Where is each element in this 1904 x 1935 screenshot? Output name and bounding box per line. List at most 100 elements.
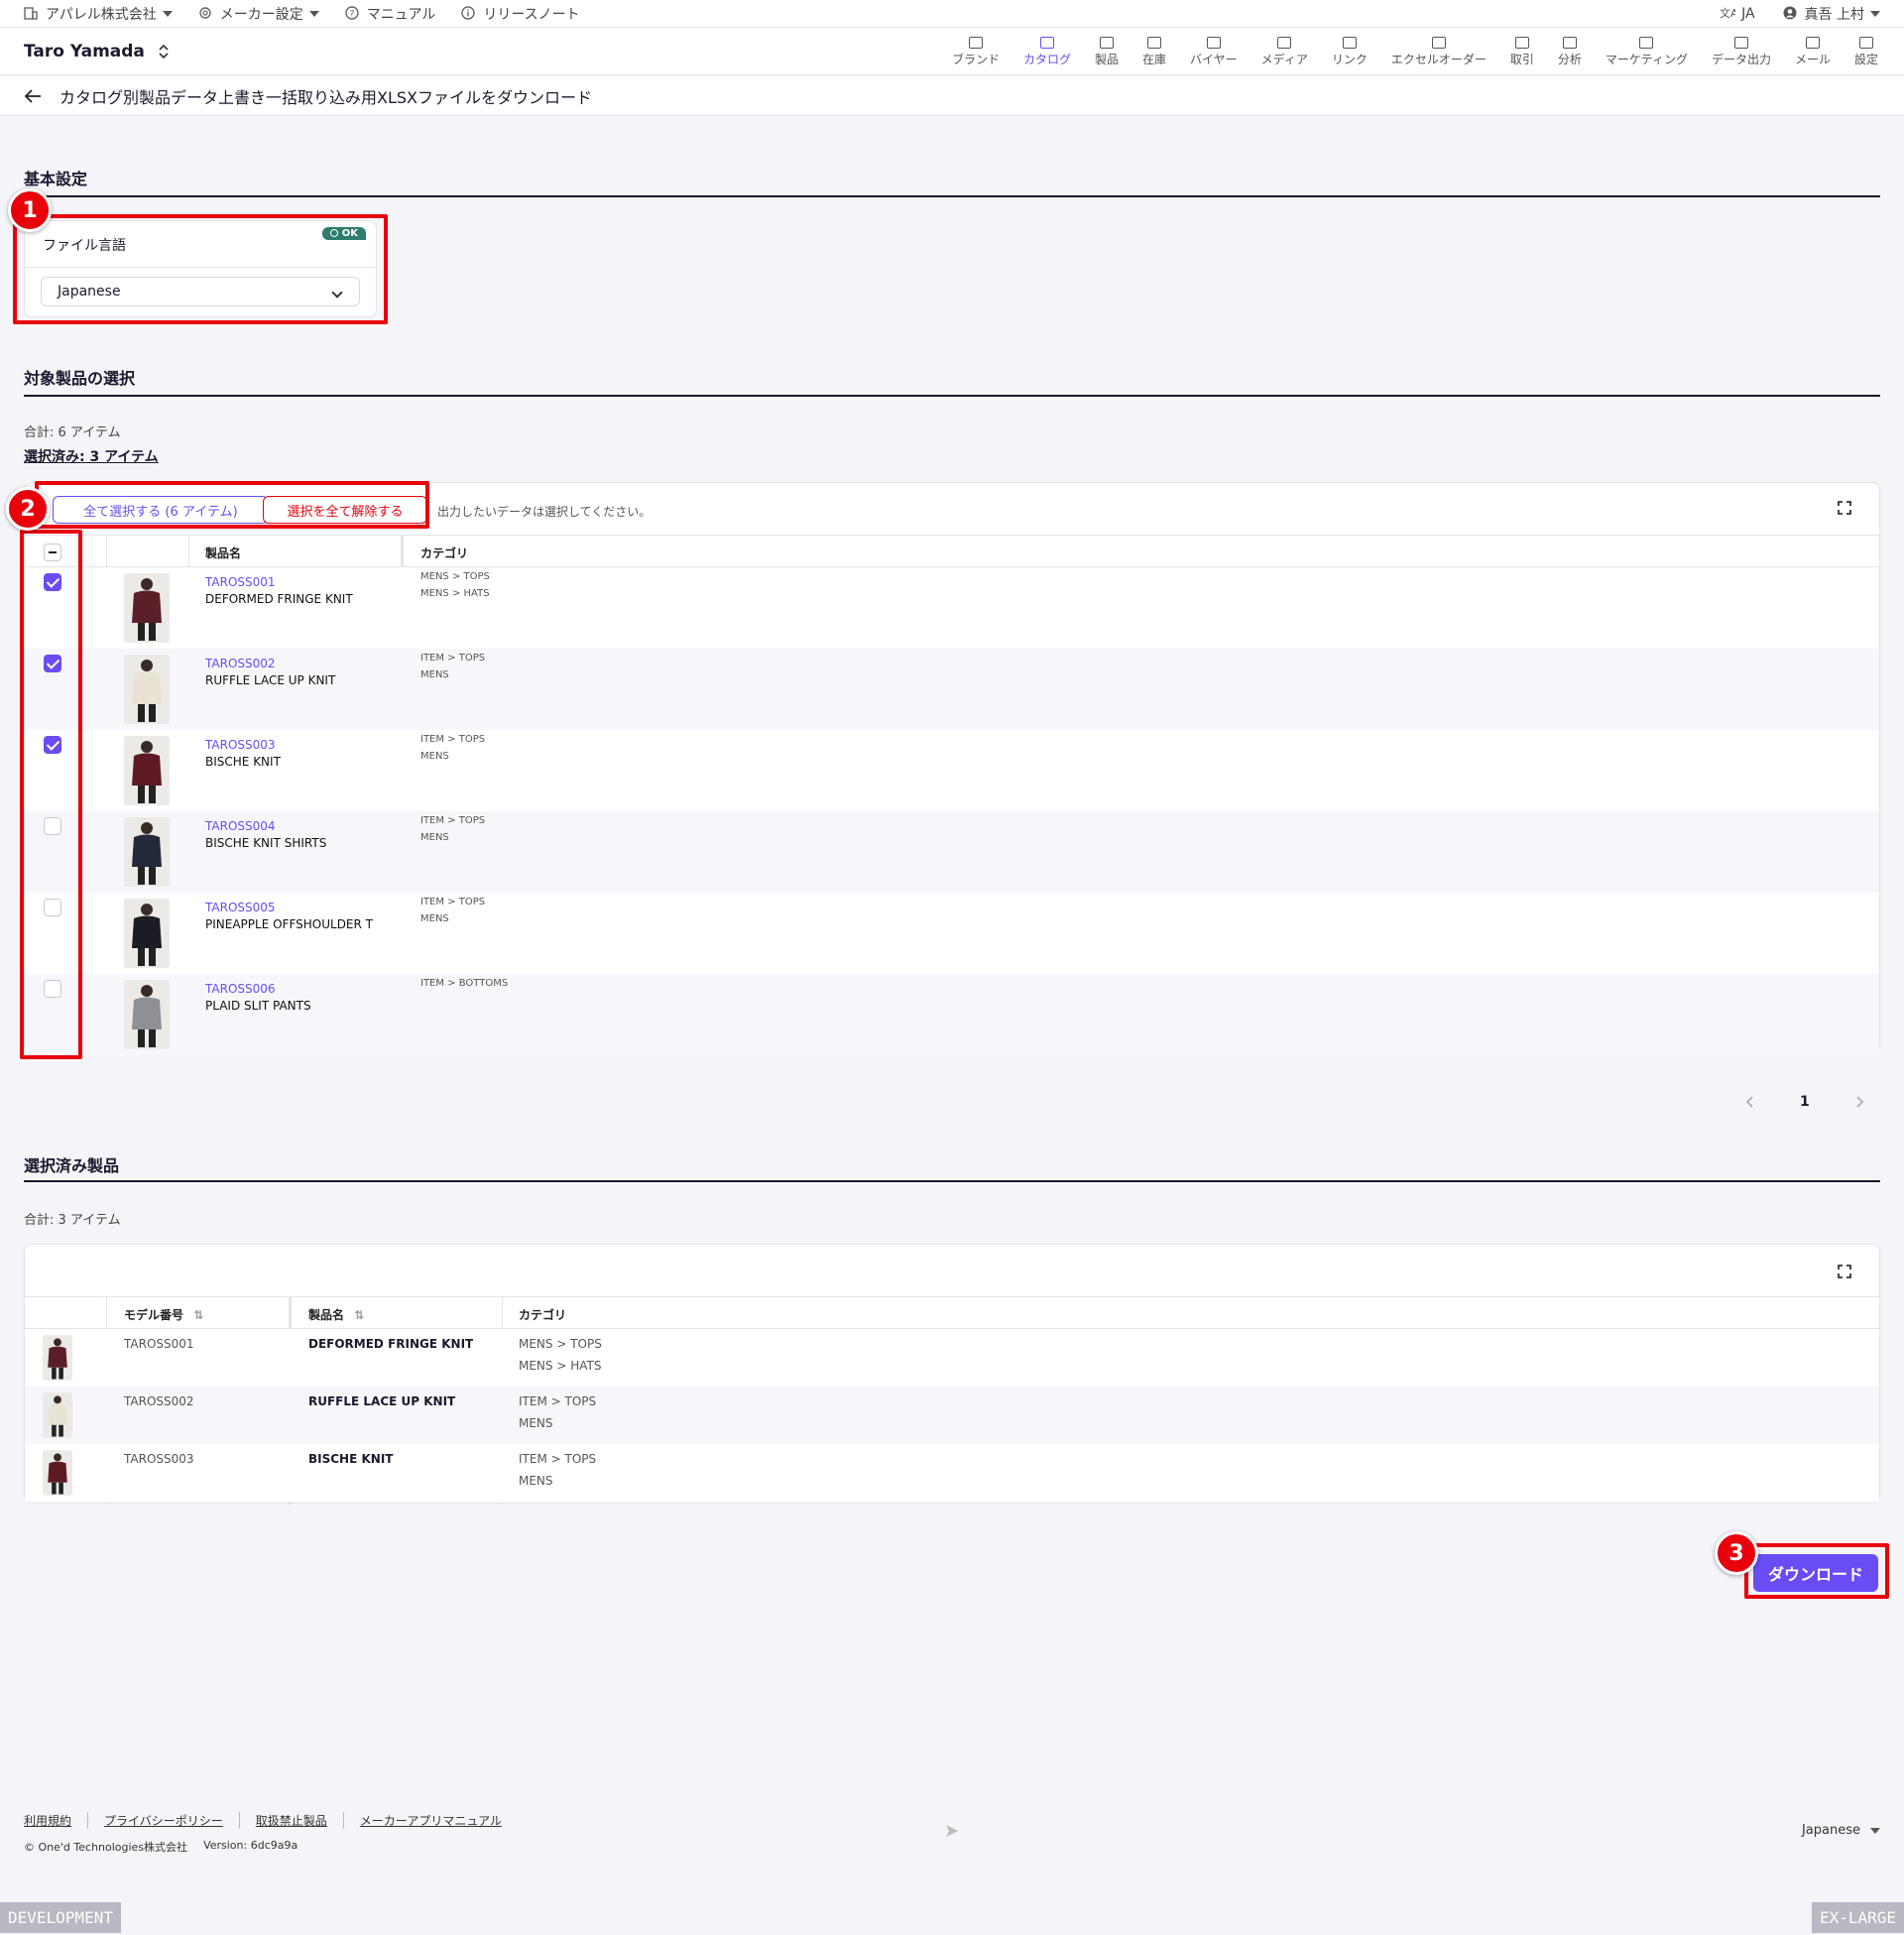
- product-code-link[interactable]: TAROSS006: [205, 982, 276, 996]
- model-number: TAROSS002: [124, 1394, 194, 1408]
- footer-meta: © One'd Technologies株式会社 Version: 6dc9a9…: [24, 1839, 298, 1855]
- product-thumbnail: [124, 655, 170, 724]
- product-thumbnail: [43, 1335, 72, 1381]
- brand-name: Taro Yamada: [24, 41, 145, 61]
- nav-item-6[interactable]: リンク: [1320, 32, 1379, 71]
- building-icon: [24, 6, 40, 22]
- footer-link[interactable]: プライバシーポリシー: [88, 1812, 240, 1829]
- highlight-box-2b: [20, 530, 82, 1059]
- highlight-box-3: [1744, 1543, 1889, 1599]
- back-arrow-icon[interactable]: [24, 88, 42, 104]
- manual-link[interactable]: ? マニュアル: [345, 4, 435, 24]
- table-row[interactable]: TAROSS002 RUFFLE LACE UP KNIT ITEM > TOPS M…: [25, 649, 1879, 730]
- table-row: TAROSS003 BISCHE KNIT ITEM > TOPS MENS: [25, 1444, 1879, 1502]
- column-header-name[interactable]: 製品名 ⇅: [308, 1306, 364, 1323]
- table-row[interactable]: TAROSS005 PINEAPPLE OFFSHOULDER T ITEM > T…: [25, 893, 1879, 974]
- company-switcher[interactable]: アパレル株式会社: [24, 4, 173, 24]
- nav-item-7[interactable]: エクセルオーダー: [1379, 32, 1498, 71]
- brand-icon: [968, 36, 983, 49]
- page-header: カタログ別製品データ上書き一括取り込み用XLSXファイルをダウンロード: [0, 76, 1904, 116]
- nav-item-1[interactable]: カタログ: [1012, 32, 1083, 71]
- nav-item-label: バイヤー: [1190, 52, 1238, 66]
- nav-item-0[interactable]: ブランド: [940, 32, 1012, 71]
- selected-table-card: モデル番号 ⇅ 製品名 ⇅ カテゴリ TAROSS001 DEFORMED FRI…: [24, 1244, 1880, 1505]
- caret-down-icon: [1870, 1827, 1880, 1834]
- nav-item-label: メール: [1794, 52, 1831, 66]
- product-code-link[interactable]: TAROSS001: [205, 575, 276, 589]
- footer-language-select[interactable]: Japanese: [1802, 1823, 1880, 1838]
- category-path: ITEM > BOTTOMS: [420, 978, 509, 989]
- footer-link[interactable]: メーカーアプリマニュアル: [344, 1812, 518, 1829]
- product-name: PLAID SLIT PANTS: [205, 999, 311, 1013]
- next-page-icon[interactable]: [1854, 1095, 1864, 1109]
- section-title-basic: 基本設定: [24, 170, 88, 188]
- nav-item-11[interactable]: データ出力: [1700, 32, 1783, 71]
- product-name: BISCHE KNIT: [308, 1452, 394, 1466]
- table-row[interactable]: TAROSS004 BISCHE KNIT SHIRTS ITEM > TOPS ME…: [25, 811, 1879, 893]
- nav-item-8[interactable]: 取引: [1498, 32, 1546, 71]
- section-divider: [24, 195, 1880, 197]
- gear-icon: [198, 6, 214, 22]
- category-path: MENS > TOPS: [519, 1337, 602, 1351]
- divider: [25, 1296, 1879, 1297]
- language-switcher[interactable]: 文A JA: [1720, 6, 1754, 22]
- copyright: © One'd Technologies株式会社: [24, 1841, 188, 1854]
- nav-item-4[interactable]: バイヤー: [1178, 32, 1250, 71]
- buyer-icon: [1206, 36, 1221, 49]
- table-row[interactable]: TAROSS006 PLAID SLIT PANTS ITEM > BOTTOMS: [25, 974, 1879, 1055]
- nav-item-13[interactable]: 設定: [1843, 32, 1890, 71]
- table-row[interactable]: TAROSS003 BISCHE KNIT ITEM > TOPS MENS: [25, 730, 1879, 811]
- nav-item-label: 設定: [1853, 52, 1878, 66]
- selected-count[interactable]: 選択済み: 3 アイテム: [24, 446, 159, 466]
- product-code-link[interactable]: TAROSS002: [205, 657, 276, 670]
- fullscreen-icon[interactable]: [1838, 1265, 1851, 1278]
- product-thumbnail: [124, 736, 170, 805]
- footer-links: 利用規約 プライバシーポリシー 取扱禁止製品 メーカーアプリマニュアル: [24, 1812, 518, 1829]
- nav-item-9[interactable]: 分析: [1546, 32, 1594, 71]
- column-header-model[interactable]: モデル番号 ⇅: [124, 1306, 203, 1323]
- category-path: MENS > HATS: [420, 588, 490, 599]
- category-path: MENS: [519, 1474, 553, 1488]
- excel-order-icon: [1431, 36, 1446, 49]
- release-notes-link[interactable]: リリースノート: [461, 4, 580, 24]
- prev-page-icon[interactable]: [1745, 1095, 1755, 1109]
- product-name: DEFORMED FRINGE KNIT: [308, 1337, 474, 1351]
- product-thumbnail: [43, 1450, 72, 1496]
- product-code-link[interactable]: TAROSS005: [205, 901, 276, 914]
- maker-settings-menu[interactable]: メーカー設定: [198, 4, 319, 24]
- nav-item-5[interactable]: メディア: [1250, 32, 1320, 71]
- user-menu[interactable]: 真吾 上村: [1783, 4, 1880, 24]
- product-name: PINEAPPLE OFFSHOULDER T: [205, 917, 373, 931]
- product-name: RUFFLE LACE UP KNIT: [205, 673, 336, 687]
- main-navbar: Taro Yamada ブランド カタログ 製品 在庫 バイヤー メディア リンク エクセルオ…: [0, 28, 1904, 75]
- fullscreen-icon[interactable]: [1838, 501, 1851, 515]
- nav-item-2[interactable]: 製品: [1083, 32, 1130, 71]
- nav-item-label: 製品: [1095, 52, 1120, 66]
- inventory-icon: [1147, 36, 1162, 49]
- column-header-name-label: 製品名: [308, 1308, 345, 1322]
- nav-item-label: 在庫: [1142, 52, 1167, 66]
- nav-item-12[interactable]: メール: [1783, 32, 1843, 71]
- app-logo-icon: [944, 1823, 960, 1839]
- footer-link[interactable]: 取扱禁止製品: [240, 1812, 344, 1829]
- category-path: MENS: [420, 913, 449, 924]
- nav-item-10[interactable]: マーケティング: [1594, 32, 1700, 71]
- media-icon: [1277, 36, 1292, 49]
- step-marker-1: 1: [8, 188, 52, 232]
- analytics-icon: [1562, 36, 1577, 49]
- category-path: ITEM > TOPS: [420, 734, 486, 745]
- page-number[interactable]: 1: [1800, 1094, 1810, 1110]
- footer-link[interactable]: 利用規約: [24, 1812, 89, 1829]
- nav-item-3[interactable]: 在庫: [1130, 32, 1178, 71]
- marketing-icon: [1639, 36, 1654, 49]
- product-table-card: 全て選択する (6 アイテム) 選択を全て解除する 出力したいデータは選択してく…: [24, 482, 1880, 1055]
- caret-down-icon: [308, 10, 319, 17]
- brand-switcher[interactable]: Taro Yamada: [24, 42, 169, 61]
- product-thumbnail: [124, 980, 170, 1049]
- step-marker-2: 2: [6, 487, 50, 531]
- product-code-link[interactable]: TAROSS003: [205, 738, 276, 752]
- table-row[interactable]: TAROSS001 DEFORMED FRINGE KNIT MENS > TOPS…: [25, 567, 1879, 649]
- selection-hint: 出力したいデータは選択してください。: [437, 505, 652, 519]
- product-code-link[interactable]: TAROSS004: [205, 819, 276, 833]
- section-title-selected: 選択済み製品: [24, 1156, 120, 1175]
